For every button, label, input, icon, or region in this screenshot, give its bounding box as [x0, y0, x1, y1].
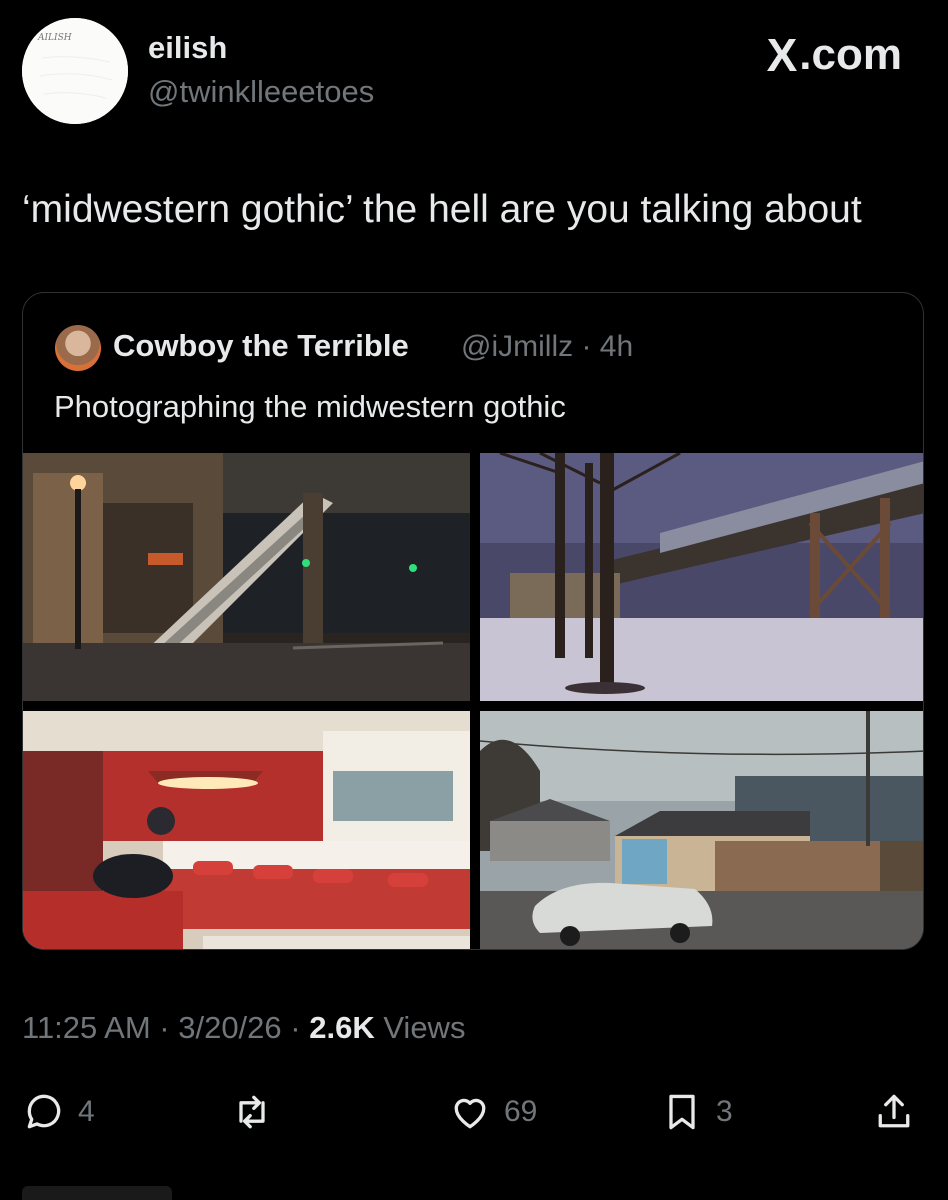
share-button[interactable] [872, 1090, 916, 1134]
author-display-name[interactable]: eilish [148, 30, 227, 66]
quoted-tweet-card[interactable]: Cowboy the Terrible @iJmillz · 4h Photog… [22, 292, 924, 950]
author-handle[interactable]: @twinklleeetoes [148, 74, 374, 110]
quote-avatar[interactable] [55, 325, 101, 371]
photo-snowy-el-train[interactable] [480, 453, 923, 701]
repost-icon [239, 1095, 265, 1129]
avatar-scribble: AILISH [37, 33, 72, 43]
photo-diner-interior[interactable] [23, 711, 470, 949]
reply-icon [27, 1094, 61, 1129]
avatar-image: AILISH [22, 18, 128, 124]
next-section-peek [22, 1186, 172, 1200]
heart-icon [454, 1098, 486, 1129]
quote-author-name[interactable]: Cowboy the Terrible [113, 328, 409, 364]
tweet-text: ‘midwestern gothic’ the hell are you tal… [22, 188, 862, 231]
bookmark-count: 3 [716, 1095, 733, 1128]
avatar[interactable]: AILISH [22, 18, 128, 124]
like-count: 69 [504, 1095, 538, 1128]
reply-count: 4 [78, 1095, 95, 1128]
like-button[interactable]: 69 [448, 1090, 537, 1134]
share-icon [878, 1094, 910, 1128]
site-label: .com [799, 30, 902, 79]
repost-button[interactable] [230, 1090, 286, 1134]
views-label: Views [374, 1010, 466, 1045]
photo-el-station-night[interactable] [23, 453, 470, 701]
tweet-meta: 11:25 AM · 3/20/26 · 2.6K Views [22, 1010, 465, 1046]
reply-button[interactable]: 4 [22, 1090, 95, 1134]
quote-text: Photographing the midwestern gothic [54, 389, 566, 424]
photo-house-old-car[interactable] [480, 711, 923, 949]
bookmark-icon [669, 1094, 695, 1130]
x-logo: X .com [767, 28, 902, 82]
quote-author-handle-time[interactable]: @iJmillz · 4h [461, 330, 633, 364]
x-logo-icon: X [766, 29, 798, 81]
bookmark-button[interactable]: 3 [660, 1090, 733, 1134]
views-count: 2.6K [309, 1010, 375, 1045]
tweet-time-date[interactable]: 11:25 AM · 3/20/26 · [22, 1010, 309, 1045]
